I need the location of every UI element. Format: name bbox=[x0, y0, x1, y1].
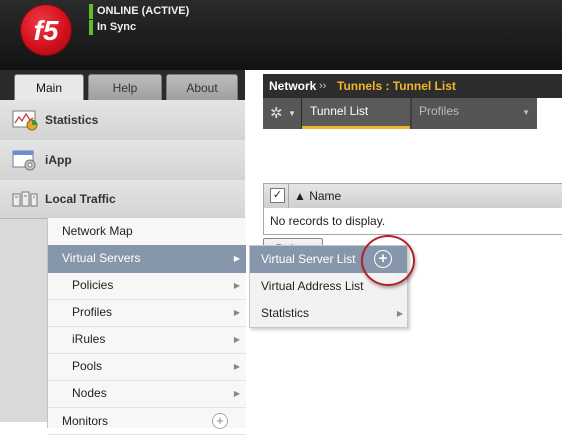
nav-section-statistics[interactable]: Statistics bbox=[0, 100, 245, 141]
chevron-right-icon: ▶ bbox=[396, 309, 403, 318]
chevron-right-icon: ▶ bbox=[233, 308, 240, 317]
name-column-label: Name bbox=[309, 189, 342, 203]
gear-icon: ✲ bbox=[270, 105, 283, 122]
submenu-item-nodes[interactable]: Nodes ▶ bbox=[48, 380, 246, 408]
tab-help[interactable]: Help bbox=[88, 74, 162, 101]
f5-logo-glyph: f5 bbox=[34, 15, 59, 46]
flyout-item-statistics[interactable]: Statistics ▶ bbox=[250, 300, 407, 327]
breadcrumb-separator: ›› bbox=[319, 80, 327, 92]
submenu-item-label: Network Map bbox=[62, 224, 133, 238]
table-header: ✓ ▲ Name bbox=[263, 183, 562, 209]
top-header bbox=[0, 0, 562, 70]
submenu-item-label: Virtual Servers bbox=[62, 251, 141, 265]
submenu-item-pools[interactable]: Pools ▶ bbox=[48, 353, 246, 381]
name-column-header[interactable]: ▲ Name bbox=[294, 184, 341, 208]
submenu-item-profiles[interactable]: Profiles ▶ bbox=[48, 299, 246, 327]
add-icon[interactable]: + bbox=[212, 413, 228, 429]
sync-status: In Sync bbox=[89, 20, 257, 35]
submenu-item-network-map[interactable]: Network Map bbox=[48, 218, 246, 246]
submenu-item-virtual-servers[interactable]: Virtual Servers ▶ bbox=[48, 245, 246, 273]
nav-section-iapp[interactable]: iApp bbox=[0, 140, 245, 181]
svg-text:f5: f5 bbox=[34, 15, 59, 46]
flyout-item-label: Virtual Address List bbox=[261, 279, 364, 293]
submenu-item-label: Policies bbox=[72, 278, 114, 292]
chevron-down-icon: ▼ bbox=[288, 109, 296, 118]
chevron-right-icon: ▶ bbox=[233, 254, 240, 263]
chevron-right-icon: ▶ bbox=[233, 335, 240, 344]
tab-about[interactable]: About bbox=[166, 74, 238, 101]
device-status: ONLINE (ACTIVE) bbox=[89, 4, 257, 19]
submenu-item-policies[interactable]: Policies ▶ bbox=[48, 272, 246, 300]
select-all-checkbox[interactable]: ✓ bbox=[270, 188, 285, 203]
gear-menu-button[interactable]: ✲ ▼ bbox=[263, 98, 302, 129]
statistics-chart-icon bbox=[12, 110, 38, 131]
chevron-right-icon: ▶ bbox=[233, 281, 240, 290]
tab-tunnel-list[interactable]: Tunnel List bbox=[302, 98, 410, 129]
iapp-window-icon bbox=[12, 150, 36, 171]
f5-logo[interactable]: f5 bbox=[20, 4, 72, 56]
tab-label: Tunnel List bbox=[310, 104, 369, 118]
tab-profiles[interactable]: Profiles ▼ bbox=[412, 98, 537, 129]
tab-main[interactable]: Main bbox=[14, 74, 84, 101]
empty-message: No records to display. bbox=[270, 214, 386, 228]
chevron-right-icon: ▶ bbox=[233, 362, 240, 371]
chevron-down-icon: ▼ bbox=[522, 108, 530, 117]
submenu-item-irules[interactable]: iRules ▶ bbox=[48, 326, 246, 354]
chevron-right-icon: ▶ bbox=[233, 389, 240, 398]
nav-section-local-traffic[interactable]: Local Traffic bbox=[0, 180, 245, 219]
local-traffic-icon bbox=[12, 191, 38, 207]
nav-section-label: Local Traffic bbox=[45, 192, 116, 206]
table-empty-row: No records to display. bbox=[263, 208, 562, 235]
nav-section-label: Statistics bbox=[45, 113, 99, 127]
breadcrumb: Network ›› Tunnels : Tunnel List bbox=[263, 74, 562, 98]
tab-label: Profiles bbox=[419, 104, 460, 118]
nav-section-label: iApp bbox=[45, 153, 72, 167]
submenu-item-label: Pools bbox=[72, 359, 103, 373]
submenu-item-monitors[interactable]: Monitors + bbox=[48, 407, 246, 435]
column-divider bbox=[288, 184, 289, 208]
local-traffic-submenu: Network Map Virtual Servers ▶ Policies ▶… bbox=[47, 218, 246, 435]
breadcrumb-page: Tunnels : Tunnel List bbox=[337, 79, 456, 93]
breadcrumb-section[interactable]: Network bbox=[269, 74, 316, 98]
submenu-item-label: Profiles bbox=[72, 305, 113, 319]
flyout-item-label: Virtual Server List bbox=[261, 252, 356, 266]
submenu-item-label: iRules bbox=[72, 332, 106, 346]
submenu-item-label: Nodes bbox=[72, 386, 107, 400]
highlight-ring bbox=[361, 235, 415, 286]
flyout-item-label: Statistics bbox=[261, 306, 310, 320]
